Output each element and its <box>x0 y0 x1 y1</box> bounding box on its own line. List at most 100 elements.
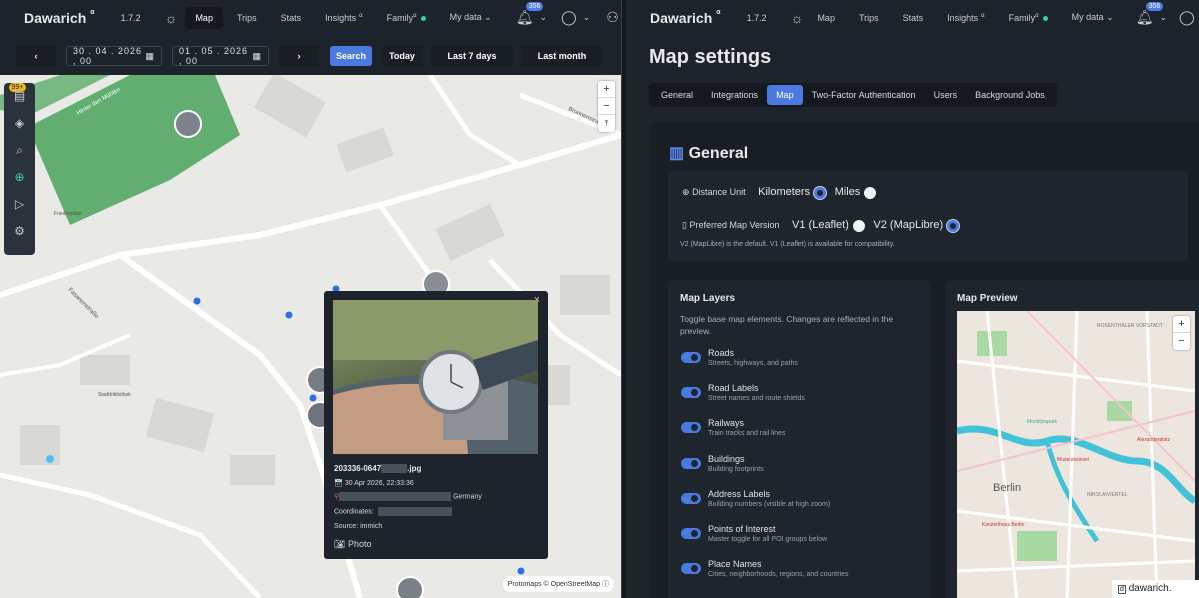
toggle-place-names[interactable] <box>681 563 701 574</box>
page-title: Map settings <box>649 46 772 68</box>
map-tools-sidebar: ▤ 99+ ◈ ⌕ ⊕ ▷ ⚙ <box>4 83 35 255</box>
photo-source: Source: immich <box>334 523 383 530</box>
reset-north-button[interactable]: ⤒ <box>598 115 615 132</box>
end-date-input[interactable]: 01 . 05 . 2026 , 00 ▦ <box>172 46 269 66</box>
nav-family[interactable]: Familyα <box>377 7 436 29</box>
nav-my-data[interactable]: My data ⌄ <box>440 6 502 29</box>
tab-background-jobs[interactable]: Background Jobs <box>966 85 1054 105</box>
preview-label: Berlin <box>993 482 1021 494</box>
nav-trips[interactable]: Trips <box>849 7 889 29</box>
prev-day-button[interactable]: ‹ <box>16 46 56 66</box>
radio-kilometers[interactable] <box>814 186 827 199</box>
calendar-icon: 📅︎ <box>334 480 343 487</box>
toggle-points-of-interest[interactable] <box>681 528 701 539</box>
today-button[interactable]: Today <box>381 46 423 66</box>
search-button[interactable]: Search <box>330 46 372 66</box>
preview-label: ROSENTHALER VORSTADT <box>1097 323 1163 329</box>
user-icon[interactable]: ⚇ <box>606 9 619 26</box>
preview-label: NIKOLAIVIERTEL <box>1087 492 1128 498</box>
search-icon[interactable]: ⌕ <box>12 143 28 161</box>
toggle-road-labels[interactable] <box>681 387 701 398</box>
nav-my-data[interactable]: My data ⌄ <box>1062 6 1124 29</box>
whatsapp-icon[interactable]: ◯ <box>561 9 577 26</box>
top-navbar: Dawarich α 1.7.2 ☼ Map Trips Stats Insigh… <box>626 0 1199 35</box>
preview-label: Monbijoupark <box>1027 419 1058 425</box>
bell-icon[interactable]: 🔔︎ 356 <box>1136 2 1164 26</box>
preview-zoom-out-button[interactable]: − <box>1173 333 1190 350</box>
preview-zoom-in-button[interactable]: + <box>1173 316 1190 333</box>
preview-label: Museumsinsel <box>1057 457 1089 463</box>
street-label: Stadtbibliothek <box>98 392 131 398</box>
radio-v1-leaflet[interactable] <box>852 219 865 232</box>
info-icon[interactable]: ⓘ <box>602 581 609 588</box>
tab-two-factor[interactable]: Two-Factor Authentication <box>803 85 925 105</box>
tab-users[interactable]: Users <box>925 85 967 105</box>
tab-general[interactable]: General <box>652 85 702 105</box>
map-version-row: ▯ Preferred Map Version V1 (Leaflet) V2 … <box>682 219 960 232</box>
layers-description: Toggle base map elements. Changes are re… <box>680 314 894 336</box>
track-point <box>309 394 317 402</box>
bell-icon[interactable]: 🔔︎ 356 <box>516 2 544 26</box>
nav-map[interactable]: Map <box>185 6 223 29</box>
online-dot <box>420 15 426 21</box>
nav-map[interactable]: Map <box>807 7 845 29</box>
photo-thumbnail[interactable] <box>333 300 538 454</box>
toggle-buildings[interactable] <box>681 458 701 469</box>
globe-icon: ⊕ <box>682 187 690 197</box>
calendar-icon[interactable]: ▦ <box>145 51 155 62</box>
count-badge: 99+ <box>8 83 27 92</box>
preview-label: Konzerthaus Berlin <box>982 522 1024 528</box>
layer-roads: Roads Streets, highways, and paths <box>668 348 918 378</box>
radio-miles[interactable] <box>864 186 877 199</box>
footer-tag[interactable]: d dawarich. <box>1112 580 1199 598</box>
version-label: 1.7.2 <box>120 12 141 23</box>
map-layers-panel: Map Layers Toggle base map elements. Cha… <box>668 280 930 598</box>
nav-stats[interactable]: Stats <box>893 7 934 29</box>
track-point <box>193 297 201 305</box>
photo-date: 📅︎ 30 Apr 2026, 22:33:36 <box>334 480 414 487</box>
play-icon[interactable]: ▷ <box>12 197 28 215</box>
theme-toggle-icon[interactable]: ☼ <box>791 10 804 26</box>
chevron-down-icon: ⌄ <box>1106 12 1114 22</box>
layer-buildings: Buildings Building footprints <box>668 454 918 484</box>
start-date-input[interactable]: 30 . 04 . 2026 , 00 ▦ <box>66 46 162 66</box>
tab-integrations[interactable]: Integrations <box>702 85 767 105</box>
chevron-down-icon[interactable]: ⌄ <box>1159 12 1167 23</box>
nav-insights[interactable]: Insights α <box>937 7 995 29</box>
map-attribution[interactable]: Protomaps © OpenStreetMap ⓘ <box>502 576 614 592</box>
chevron-down-icon[interactable]: ⌄ <box>583 12 591 23</box>
tab-map[interactable]: Map <box>767 85 803 105</box>
nav-trips[interactable]: Trips <box>227 7 267 29</box>
calendar-icon[interactable]: ▤ 99+ <box>8 83 28 107</box>
layers-icon[interactable]: ◈ <box>12 116 28 134</box>
toggle-address-labels[interactable] <box>681 493 701 504</box>
nav-stats[interactable]: Stats <box>271 7 312 29</box>
map-canvas[interactable]: Hinter den Mühlen Fasanenstraße Friedenp… <box>0 75 621 598</box>
theme-toggle-icon[interactable]: ☼ <box>165 10 178 26</box>
notification-badge: 356 <box>1145 2 1164 11</box>
toggle-roads[interactable] <box>681 352 701 363</box>
brand-logo[interactable]: Dawarich α <box>24 9 95 26</box>
nav-insights[interactable]: Insights α <box>315 7 373 29</box>
whatsapp-icon[interactable]: ◯ <box>1179 9 1195 26</box>
zoom-in-button[interactable]: + <box>598 81 615 98</box>
track-point <box>517 567 525 575</box>
right-window: Dawarich α 1.7.2 ☼ Map Trips Stats Insigh… <box>626 0 1199 598</box>
zoom-out-button[interactable]: − <box>598 98 615 115</box>
calendar-icon[interactable]: ▦ <box>252 51 262 62</box>
nav-family[interactable]: Familyα <box>999 7 1058 29</box>
radio-v2-maplibre[interactable] <box>947 219 960 232</box>
chevron-down-icon[interactable]: ⌄ <box>539 12 547 23</box>
last-month-button[interactable]: Last month <box>521 46 603 66</box>
add-icon[interactable]: ⊕ <box>12 170 28 188</box>
photo-marker <box>396 576 424 598</box>
settings-icon[interactable]: ⚙ <box>12 224 28 242</box>
next-day-button[interactable]: › <box>279 46 319 66</box>
layer-points-of-interest: Points of Interest Master toggle for all … <box>668 524 918 554</box>
map-preview[interactable]: Berlin Alexanderplatz Museumsinsel NIKOL… <box>957 311 1195 598</box>
last-7-days-button[interactable]: Last 7 days <box>431 46 513 66</box>
photo-marker <box>174 110 202 138</box>
toggle-railways[interactable] <box>681 422 701 433</box>
layers-title: Map Layers <box>680 293 736 304</box>
brand-logo[interactable]: Dawarich α <box>650 9 721 26</box>
